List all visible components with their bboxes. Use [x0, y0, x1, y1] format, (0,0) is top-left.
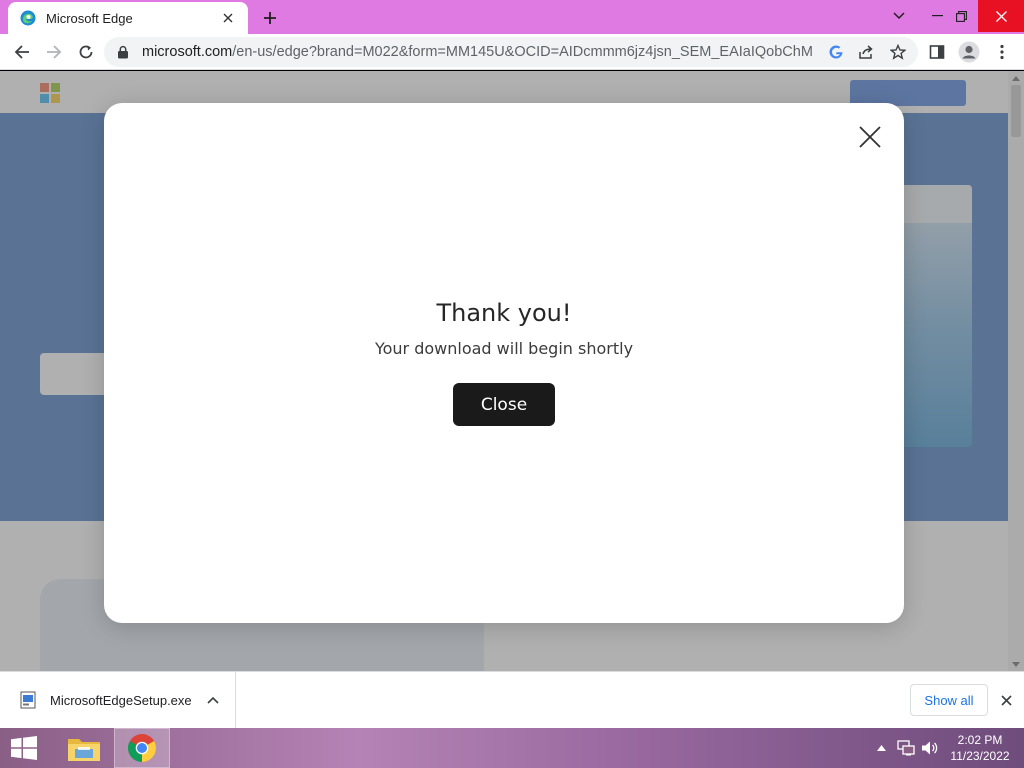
bookmark-star-icon[interactable] [888, 42, 908, 62]
dialog-title: Thank you! [436, 299, 572, 327]
windows-taskbar: 2:02 PM 11/23/2022 [0, 728, 1024, 768]
clock-date: 11/23/2022 [950, 749, 1010, 763]
new-tab-icon[interactable] [258, 6, 282, 30]
volume-icon[interactable] [918, 728, 942, 768]
url-path: /en-us/edge?brand=M022&form=MM145U&OCID=… [232, 44, 814, 60]
show-all-downloads-button[interactable]: Show all [910, 684, 988, 716]
download-shelf: MicrosoftEdgeSetup.exe Show all [0, 671, 1024, 728]
file-explorer-icon[interactable] [56, 728, 112, 768]
address-bar[interactable]: microsoft.com/en-us/edge?brand=M022&form… [104, 37, 918, 67]
share-icon[interactable] [856, 42, 876, 62]
download-file-name: MicrosoftEdgeSetup.exe [50, 692, 192, 708]
windows-start-icon[interactable] [0, 728, 48, 768]
back-arrow-icon[interactable] [8, 38, 36, 66]
lock-icon [118, 45, 128, 59]
tab-strip: Microsoft Edge [0, 0, 1024, 34]
side-panel-icon[interactable] [923, 38, 951, 66]
forward-arrow-icon[interactable] [40, 38, 68, 66]
window-close-icon[interactable] [978, 0, 1024, 32]
reload-icon[interactable] [72, 38, 100, 66]
address-url: microsoft.com/en-us/edge?brand=M022&form… [142, 44, 814, 60]
page-viewport: Thank you! Your download will begin shor… [0, 71, 1024, 671]
network-icon[interactable] [894, 728, 918, 768]
dialog-subtitle: Your download will begin shortly [374, 339, 634, 358]
edge-logo-icon [20, 10, 36, 26]
download-options-chevron-icon[interactable] [204, 691, 222, 709]
thank-you-dialog: Thank you! Your download will begin shor… [104, 103, 904, 623]
download-shelf-close-icon[interactable] [996, 690, 1016, 710]
tray-expand-icon[interactable] [872, 728, 890, 768]
dialog-close-button[interactable]: Close [453, 383, 555, 426]
tab-close-icon[interactable] [218, 8, 238, 28]
tab-search-chevron-icon[interactable] [882, 0, 916, 32]
profile-avatar-icon[interactable] [955, 38, 983, 66]
exe-file-icon [20, 691, 36, 709]
menu-kebab-icon[interactable] [988, 38, 1016, 66]
google-lens-icon[interactable] [826, 42, 846, 62]
browser-tab[interactable]: Microsoft Edge [8, 2, 248, 34]
chrome-taskbar-icon[interactable] [114, 728, 170, 768]
download-item[interactable]: MicrosoftEdgeSetup.exe [0, 672, 236, 728]
browser-toolbar: microsoft.com/en-us/edge?brand=M022&form… [0, 34, 1024, 70]
restore-icon[interactable] [944, 0, 978, 32]
system-clock[interactable]: 2:02 PM 11/23/2022 [944, 732, 1016, 764]
url-host: microsoft.com [142, 44, 233, 60]
tab-title: Microsoft Edge [46, 10, 133, 26]
clock-time: 2:02 PM [957, 733, 1003, 747]
dialog-close-icon[interactable] [856, 123, 884, 151]
